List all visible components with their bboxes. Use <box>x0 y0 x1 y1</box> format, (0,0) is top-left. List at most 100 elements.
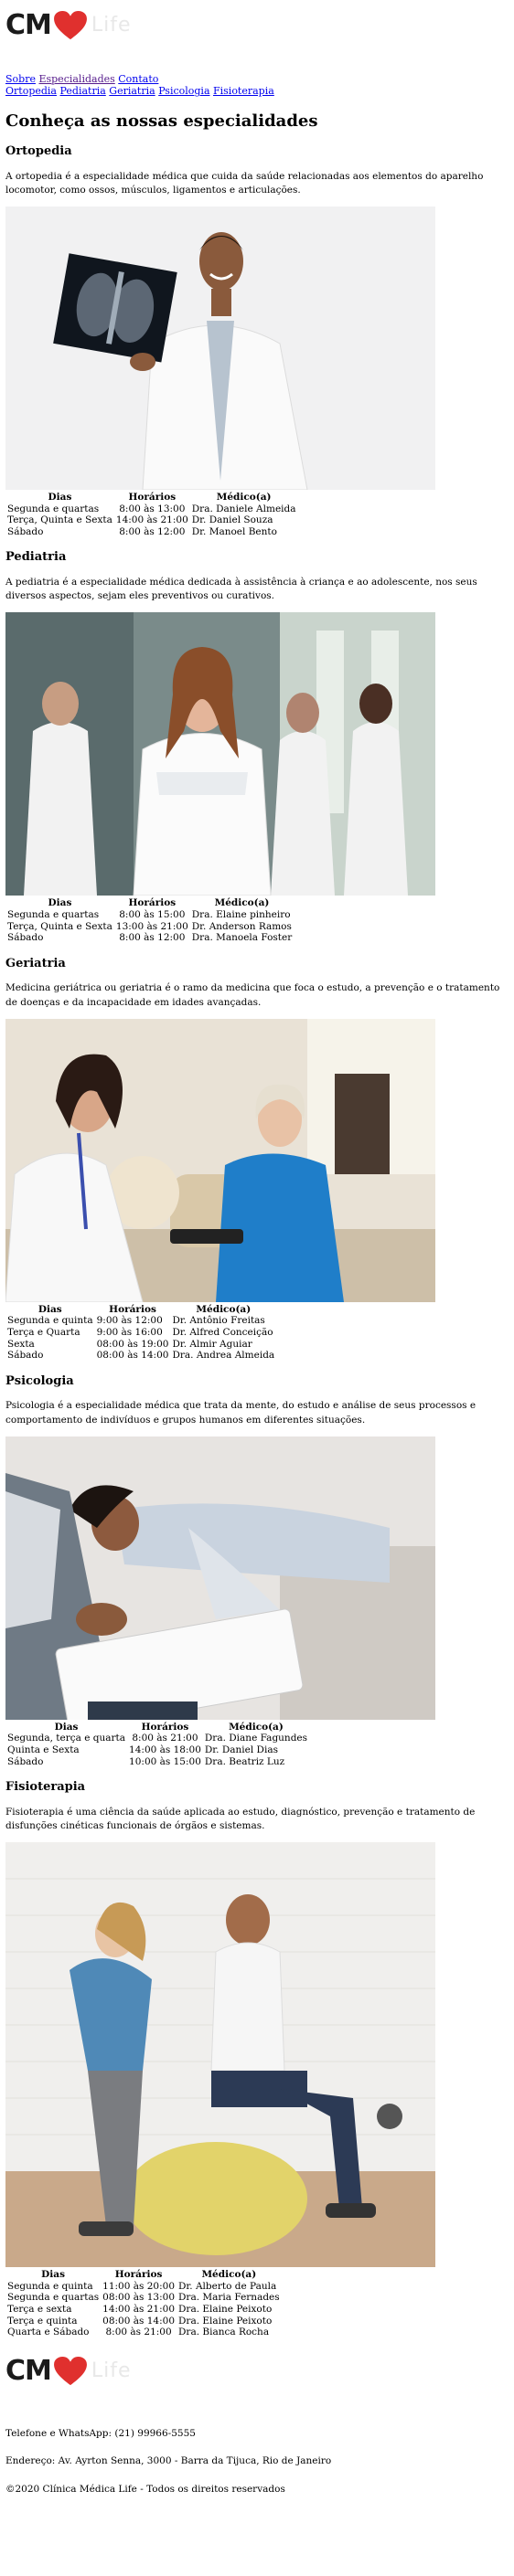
cell-horario: 8:00 às 21:00 <box>132 1733 198 1744</box>
logo-faded-text: Life <box>91 13 132 37</box>
nav-link-sobre[interactable]: Sobre <box>5 73 36 85</box>
section-description: Fisioterapia é uma ciência da saúde apli… <box>5 1806 476 1831</box>
table-row: Sábado 10:00 às 15:00 Dra. Beatriz Luz <box>5 1756 309 1768</box>
cell-medico: Dra. Maria Fernades <box>178 2292 280 2304</box>
footer-copyright: ©2020 Clínica Médica Life - Todos os dir… <box>5 2483 285 2495</box>
table-row: Segunda, terça e quarta 8:00 às 21:00 Dra.… <box>5 1733 309 1744</box>
cell-medico: Dr. Almir Aguiar <box>172 1338 252 1350</box>
schedule-table: Dias Horários Médico(a) Segunda e quarta… <box>5 492 298 537</box>
logo-text: CM <box>5 9 52 41</box>
cell-dias: Sábado <box>7 525 44 537</box>
cell-horario: 13:00 às 21:00 <box>115 920 188 932</box>
logo[interactable]: CM Life <box>5 5 509 46</box>
cell-dias: Terça e quinta <box>7 2315 78 2327</box>
cell-medico: Dra. Bianca Rocha <box>178 2327 270 2338</box>
cell-medico: Dra. Elaine Peixoto <box>178 2304 273 2315</box>
heart-icon <box>53 2356 87 2385</box>
cell-medico: Dr. Antônio Freitas <box>172 1315 265 1327</box>
table-row: Terça e quinta 08:00 às 14:00 Dra. Elaine … <box>5 2316 282 2327</box>
footer-logo[interactable]: CM Life <box>5 2351 509 2391</box>
col-header-horarios: Horários <box>114 2269 163 2281</box>
ortopedia-photo <box>5 207 435 490</box>
nav-link-contato[interactable]: Contato <box>118 73 158 85</box>
heart-icon <box>53 10 87 40</box>
schedule-table: Dias Horários Médico(a) Segunda e quinta… <box>5 2269 282 2338</box>
cell-dias: Sábado <box>7 932 44 944</box>
fisioterapia-photo <box>5 1842 435 2268</box>
cell-medico: Dra. Daniele Almeida <box>191 503 296 514</box>
table-row: Terça, Quinta e Sexta 13:00 às 21:00 Dr. A… <box>5 921 294 933</box>
cell-dias: Segunda e quartas <box>7 503 100 514</box>
nav-link-pediatria[interactable]: Pediatria <box>60 85 106 97</box>
cell-medico: Dr. Anderson Ramos <box>191 920 292 932</box>
col-header-dias: Dias <box>54 1721 79 1733</box>
cell-medico: Dra. Beatriz Luz <box>204 1755 285 1767</box>
section-psicologia: Psicologia Psicologia é a especialidade … <box>5 1374 509 1767</box>
cell-horario: 8:00 às 12:00 <box>119 932 186 944</box>
schedule-table: Dias Horários Médico(a) Segunda, terça e… <box>5 1722 309 1767</box>
table-row: Sábado 8:00 às 12:00 Dra. Manoela Foster <box>5 932 294 944</box>
schedule-table: Dias Horários Médico(a) Segunda e quarta… <box>5 897 294 943</box>
logo-text: CM <box>5 2354 52 2387</box>
nav-link-especialidades[interactable]: Especialidades <box>38 73 114 85</box>
cell-medico: Dra. Elaine pinheiro <box>191 909 291 920</box>
section-geriatria: Geriatria Medicina geriátrica ou geriatr… <box>5 957 509 1362</box>
cell-dias: Segunda e quinta <box>7 1315 93 1327</box>
section-title: Geriatria <box>5 956 66 970</box>
cell-horario: 11:00 às 20:00 <box>102 2280 175 2292</box>
page-title: Conheça as nossas especialidades <box>5 111 318 132</box>
table-row: Terça e Quarta 9:00 às 16:00 Dr. Alfred Co… <box>5 1327 276 1339</box>
col-header-horarios: Horários <box>109 1303 156 1315</box>
cell-medico: Dr. Daniel Souza <box>191 514 273 526</box>
cell-dias: Sábado <box>7 1755 44 1767</box>
col-header-medico: Médico(a) <box>229 1721 284 1733</box>
cell-dias: Quarta e Sábado <box>7 2327 90 2338</box>
table-row: Quarta e Sábado 8:00 às 21:00 Dra. Bianca … <box>5 2327 282 2338</box>
cell-dias: Segunda e quartas <box>7 2292 100 2304</box>
nav-link-psicologia[interactable]: Psicologia <box>158 85 209 97</box>
cell-horario: 8:00 às 15:00 <box>119 909 186 920</box>
cell-horario: 9:00 às 16:00 <box>96 1327 163 1338</box>
page-footer: CM Life Telefone e WhatsApp: (21) 99966-… <box>5 2351 509 2496</box>
main-nav: Sobre Especialidades Contato Ortopedia P… <box>5 73 509 97</box>
cell-horario: 10:00 às 15:00 <box>129 1755 201 1767</box>
cell-dias: Sábado <box>7 1350 44 1362</box>
table-row: Sexta 08:00 às 19:00 Dr. Almir Aguiar <box>5 1339 276 1351</box>
table-row: Segunda e quartas 08:00 às 13:00 Dra. Mari… <box>5 2292 282 2304</box>
nav-link-geriatria[interactable]: Geriatria <box>109 85 155 97</box>
table-row: Segunda e quartas 8:00 às 13:00 Dra. Danie… <box>5 504 298 515</box>
col-header-medico: Médico(a) <box>196 1303 252 1315</box>
table-row: Segunda e quinta 11:00 às 20:00 Dr. Albert… <box>5 2281 282 2293</box>
cell-dias: Terça, Quinta e Sexta <box>7 514 112 526</box>
cell-horario: 14:00 às 21:00 <box>102 2304 175 2315</box>
cell-medico: Dra. Andrea Almeida <box>172 1350 275 1362</box>
geriatria-photo <box>5 1018 435 1302</box>
section-ortopedia: Ortopedia A ortopedia é a especialidade … <box>5 144 509 537</box>
cell-horario: 14:00 às 18:00 <box>129 1744 201 1755</box>
cell-medico: Dr. Manoel Bento <box>191 525 277 537</box>
col-header-horarios: Horários <box>141 1721 189 1733</box>
section-pediatria: Pediatria A pediatria é a especialidade … <box>5 550 509 943</box>
col-header-horarios: Horários <box>128 492 177 503</box>
table-row: Terça, Quinta e Sexta 14:00 às 21:00 Dr. D… <box>5 514 298 526</box>
cell-medico: Dra. Manoela Foster <box>191 932 293 944</box>
cell-dias: Segunda e quartas <box>7 909 100 920</box>
section-description: Medicina geriátrica ou geriatria é o ram… <box>5 982 500 1008</box>
section-description: A pediatria é a especialidade médica ded… <box>5 576 477 602</box>
cell-dias: Segunda e quinta <box>7 2280 93 2292</box>
table-row: Segunda e quinta 9:00 às 12:00 Dr. Antônio… <box>5 1315 276 1327</box>
schedule-table: Dias Horários Médico(a) Segunda e quinta… <box>5 1304 276 1362</box>
nav-link-fisioterapia[interactable]: Fisioterapia <box>213 85 274 97</box>
cell-medico: Dr. Alberto de Paula <box>178 2280 277 2292</box>
cell-dias: Terça e Quarta <box>7 1327 80 1338</box>
col-header-medico: Médico(a) <box>216 492 272 503</box>
nav-link-ortopedia[interactable]: Ortopedia <box>5 85 57 97</box>
pediatria-photo <box>5 612 435 896</box>
col-header-medico: Médico(a) <box>201 2269 257 2281</box>
cell-horario: 8:00 às 13:00 <box>119 503 186 514</box>
section-description: Psicologia é a especialidade médica que … <box>5 1400 477 1426</box>
col-header-dias: Dias <box>48 492 72 503</box>
cell-medico: Dr. Daniel Dias <box>204 1744 278 1755</box>
col-header-dias: Dias <box>48 897 72 909</box>
col-header-medico: Médico(a) <box>214 897 270 909</box>
